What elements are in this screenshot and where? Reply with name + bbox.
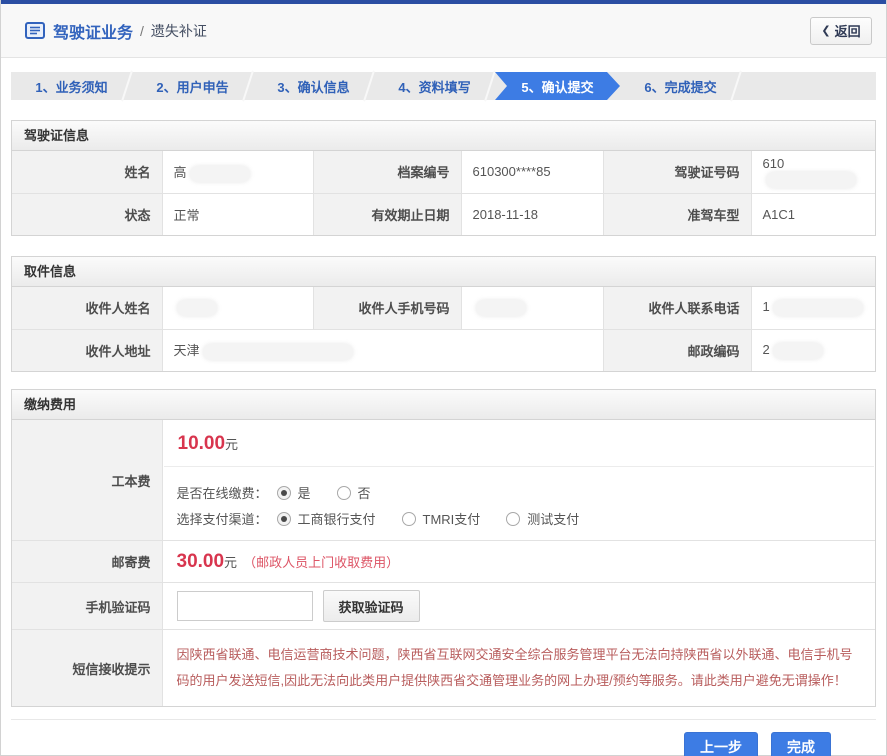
file-no-label: 档案编号 [313, 151, 461, 193]
radio-selected-icon [277, 486, 291, 500]
recipient-name-value [162, 287, 313, 329]
sms-code-content: 获取验证码 [162, 583, 875, 630]
recipient-address-value: 天津 [162, 329, 603, 371]
redaction-blur [766, 172, 856, 188]
footer-actions: 上一步 完成 [11, 719, 876, 756]
list-icon [25, 22, 45, 39]
payment-options-block: 是否在线缴费： 是 否 选择支付渠道： 工商银行支付 TMRI支付 测试支付 [163, 467, 876, 540]
production-fee-content: 10.00元 是否在线缴费： 是 否 选择支付渠道： 工商银行支付 TMRI支付 [162, 420, 875, 541]
valid-until-label: 有效期止日期 [313, 193, 461, 235]
file-no-value: 610300****85 [461, 151, 603, 193]
recipient-mobile-value [461, 287, 603, 329]
step-2-user-declaration[interactable]: 2、用户申告 [132, 72, 253, 100]
production-fee-unit: 元 [225, 437, 238, 452]
vehicle-class-value: A1C1 [751, 193, 875, 235]
postal-code-value: 2 [751, 329, 875, 371]
step-nav-filler [741, 72, 876, 100]
license-info-table: 姓名 高 档案编号 610300****85 驾驶证号码 610 状态 正常 有… [12, 151, 875, 235]
radio-online-yes[interactable]: 是 [277, 483, 311, 502]
recipient-mobile-label: 收件人手机号码 [313, 287, 461, 329]
step-3-confirm-info[interactable]: 3、确认信息 [253, 72, 374, 100]
radio-channel-test[interactable]: 测试支付 [506, 509, 579, 528]
production-fee-amount: 10.00 [178, 433, 226, 454]
license-no-value: 610 [751, 151, 875, 193]
previous-step-button[interactable]: 上一步 [684, 732, 758, 756]
recipient-phone-value: 1 [751, 287, 875, 329]
license-info-section: 驾驶证信息 姓名 高 档案编号 610300****85 驾驶证号码 610 状… [11, 120, 876, 236]
postage-fee-note: （邮政人员上门收取费用） [243, 555, 399, 570]
redaction-blur [177, 300, 217, 316]
redaction-blur [773, 343, 823, 359]
online-payment-question: 是否在线缴费： [177, 483, 277, 502]
postage-fee-amount: 30.00 [177, 551, 225, 572]
sms-notice-content: 因陕西省联通、电信运营商技术问题，陕西省互联网交通安全综合服务管理平台无法向持陕… [162, 630, 875, 707]
license-no-label: 驾驶证号码 [603, 151, 751, 193]
valid-until-value: 2018-11-18 [461, 193, 603, 235]
status-label: 状态 [12, 193, 162, 235]
radio-unselected-icon [506, 512, 520, 526]
sms-notice-label: 短信接收提示 [12, 630, 162, 707]
radio-channel-icbc[interactable]: 工商银行支付 [277, 509, 376, 528]
postage-fee-unit: 元 [224, 555, 237, 570]
postal-code-label: 邮政编码 [603, 329, 751, 371]
sms-notice-text: 因陕西省联通、电信运营商技术问题，陕西省互联网交通安全综合服务管理平台无法向持陕… [163, 630, 876, 706]
fees-section-title: 缴纳费用 [12, 390, 875, 420]
step-5-confirm-submit[interactable]: 5、确认提交 [495, 72, 620, 100]
radio-unselected-icon [402, 512, 416, 526]
sms-code-input[interactable] [177, 591, 313, 621]
radio-channel-tmri[interactable]: TMRI支付 [402, 509, 481, 528]
back-button[interactable]: ❮ 返回 [810, 17, 872, 45]
breadcrumb-current: 遗失补证 [151, 21, 207, 41]
back-button-label: 返回 [835, 21, 861, 40]
finish-button[interactable]: 完成 [771, 732, 831, 756]
postage-fee-content: 30.00元 （邮政人员上门收取费用） [162, 541, 875, 583]
chevron-left-icon: ❮ [821, 24, 830, 37]
recipient-address-label: 收件人地址 [12, 329, 162, 371]
license-section-title: 驾驶证信息 [12, 121, 875, 151]
production-fee-label: 工本费 [12, 420, 162, 541]
online-payment-question-row: 是否在线缴费： 是 否 [177, 483, 862, 502]
step-4-fill-materials[interactable]: 4、资料填写 [374, 72, 495, 100]
payment-channel-question: 选择支付渠道： [177, 509, 277, 528]
fees-table: 工本费 10.00元 是否在线缴费： 是 否 选择支付渠道： 工商银行支付 [12, 420, 875, 706]
page: 驾驶证业务 / 遗失补证 ❮ 返回 1、业务须知 2、用户申告 3、确认信息 4… [0, 0, 887, 756]
table-row: 姓名 高 档案编号 610300****85 驾驶证号码 610 [12, 151, 875, 193]
fees-section: 缴纳费用 工本费 10.00元 是否在线缴费： 是 否 [11, 389, 876, 707]
production-fee-amount-line: 10.00元 [164, 420, 875, 467]
page-title: 驾驶证业务 [53, 19, 133, 43]
step-6-complete-submit[interactable]: 6、完成提交 [620, 72, 741, 100]
page-header: 驾驶证业务 / 遗失补证 ❮ 返回 [1, 4, 886, 58]
table-row: 收件人姓名 收件人手机号码 收件人联系电话 1 [12, 287, 875, 329]
table-row: 状态 正常 有效期止日期 2018-11-18 准驾车型 A1C1 [12, 193, 875, 235]
redaction-blur [203, 344, 353, 360]
table-row: 手机验证码 获取验证码 [12, 583, 875, 630]
table-row: 短信接收提示 因陕西省联通、电信运营商技术问题，陕西省互联网交通安全综合服务管理… [12, 630, 875, 707]
table-row: 收件人地址 天津 邮政编码 2 [12, 329, 875, 371]
recipient-name-label: 收件人姓名 [12, 287, 162, 329]
table-row: 邮寄费 30.00元 （邮政人员上门收取费用） [12, 541, 875, 583]
postage-fee-label: 邮寄费 [12, 541, 162, 583]
status-value: 正常 [162, 193, 313, 235]
redaction-blur [476, 300, 526, 316]
table-row: 工本费 10.00元 是否在线缴费： 是 否 选择支付渠道： 工商银行支付 [12, 420, 875, 541]
pickup-info-section: 取件信息 收件人姓名 收件人手机号码 收件人联系电话 1 收件人地址 天津 邮政… [11, 256, 876, 372]
name-value: 高 [162, 151, 313, 193]
name-label: 姓名 [12, 151, 162, 193]
radio-selected-icon [277, 512, 291, 526]
radio-online-no[interactable]: 否 [337, 483, 371, 502]
pickup-info-table: 收件人姓名 收件人手机号码 收件人联系电话 1 收件人地址 天津 邮政编码 2 [12, 287, 875, 371]
recipient-phone-label: 收件人联系电话 [603, 287, 751, 329]
payment-channel-question-row: 选择支付渠道： 工商银行支付 TMRI支付 测试支付 [177, 509, 862, 528]
step-nav: 1、业务须知 2、用户申告 3、确认信息 4、资料填写 5、确认提交 6、完成提… [11, 72, 876, 100]
sms-code-label: 手机验证码 [12, 583, 162, 630]
get-sms-code-button[interactable]: 获取验证码 [323, 590, 420, 622]
redaction-blur [190, 166, 250, 182]
radio-unselected-icon [337, 486, 351, 500]
step-1-business-notice[interactable]: 1、业务须知 [11, 72, 132, 100]
breadcrumb-divider: / [140, 23, 144, 39]
redaction-blur [773, 300, 863, 316]
vehicle-class-label: 准驾车型 [603, 193, 751, 235]
pickup-section-title: 取件信息 [12, 257, 875, 287]
